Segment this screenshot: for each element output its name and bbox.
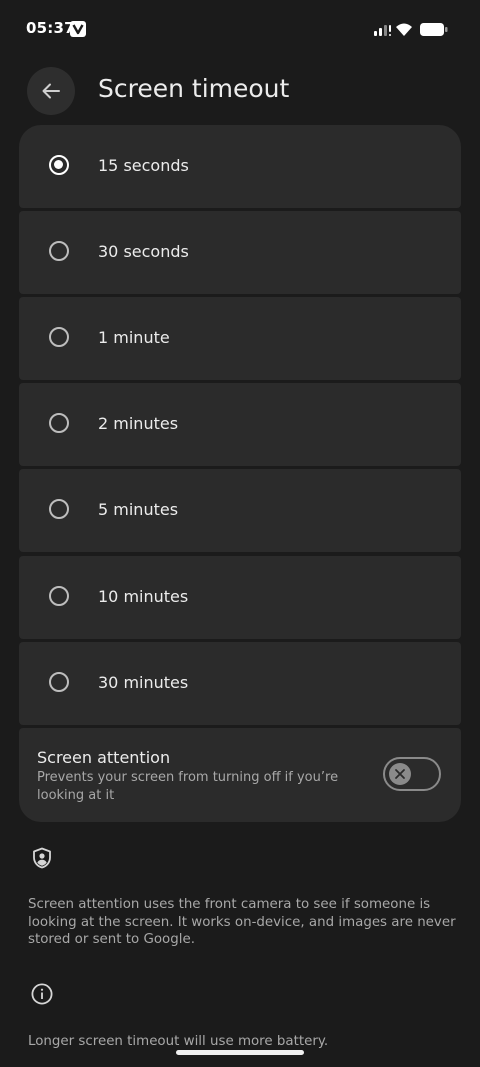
signal-icon bbox=[374, 25, 391, 36]
option-1-minute[interactable]: 1 minute bbox=[19, 297, 461, 380]
option-label: 1 minute bbox=[98, 328, 170, 347]
option-15-seconds[interactable]: 15 seconds bbox=[19, 125, 461, 208]
toggle-thumb bbox=[389, 763, 411, 785]
status-icons bbox=[370, 20, 450, 38]
wifi-icon bbox=[396, 23, 412, 36]
screen-attention-description: Prevents your screen from turning off if… bbox=[37, 770, 339, 803]
screen-attention-title: Screen attention bbox=[37, 748, 171, 767]
radio-unselected[interactable] bbox=[49, 672, 69, 692]
close-icon bbox=[395, 769, 405, 779]
option-label: 30 seconds bbox=[98, 242, 189, 261]
option-label: 30 minutes bbox=[98, 673, 189, 692]
status-bar: 05:37 bbox=[0, 0, 480, 58]
battery-note: Longer screen timeout will use more batt… bbox=[28, 1034, 329, 1049]
option-30-seconds[interactable]: 30 seconds bbox=[19, 211, 461, 294]
privacy-note: Screen attention uses the front camera t… bbox=[28, 897, 456, 947]
option-label: 15 seconds bbox=[98, 156, 189, 175]
radio-selected[interactable] bbox=[49, 155, 69, 175]
option-label: 10 minutes bbox=[98, 587, 189, 606]
radio-unselected[interactable] bbox=[49, 586, 69, 606]
battery-icon bbox=[420, 23, 448, 36]
home-indicator[interactable] bbox=[176, 1050, 304, 1055]
status-time: 05:37 bbox=[26, 19, 75, 37]
option-30-minutes[interactable]: 30 minutes bbox=[19, 642, 461, 725]
option-2-minutes[interactable]: 2 minutes bbox=[19, 383, 461, 466]
screen-attention-toggle[interactable] bbox=[383, 757, 441, 791]
option-label: 2 minutes bbox=[98, 414, 179, 433]
radio-unselected[interactable] bbox=[49, 241, 69, 261]
option-10-minutes[interactable]: 10 minutes bbox=[19, 556, 461, 639]
v-badge-icon bbox=[70, 21, 86, 37]
radio-unselected[interactable] bbox=[49, 327, 69, 347]
option-5-minutes[interactable]: 5 minutes bbox=[19, 469, 461, 552]
screen-attention-setting[interactable]: Screen attention Prevents your screen fr… bbox=[19, 728, 461, 822]
radio-unselected[interactable] bbox=[49, 413, 69, 433]
back-button[interactable] bbox=[27, 67, 75, 115]
arrow-left-icon bbox=[42, 83, 60, 99]
info-icon bbox=[30, 982, 54, 1006]
page-title: Screen timeout bbox=[98, 74, 290, 103]
shield-person-icon bbox=[30, 846, 54, 870]
option-label: 5 minutes bbox=[98, 500, 179, 519]
radio-unselected[interactable] bbox=[49, 499, 69, 519]
